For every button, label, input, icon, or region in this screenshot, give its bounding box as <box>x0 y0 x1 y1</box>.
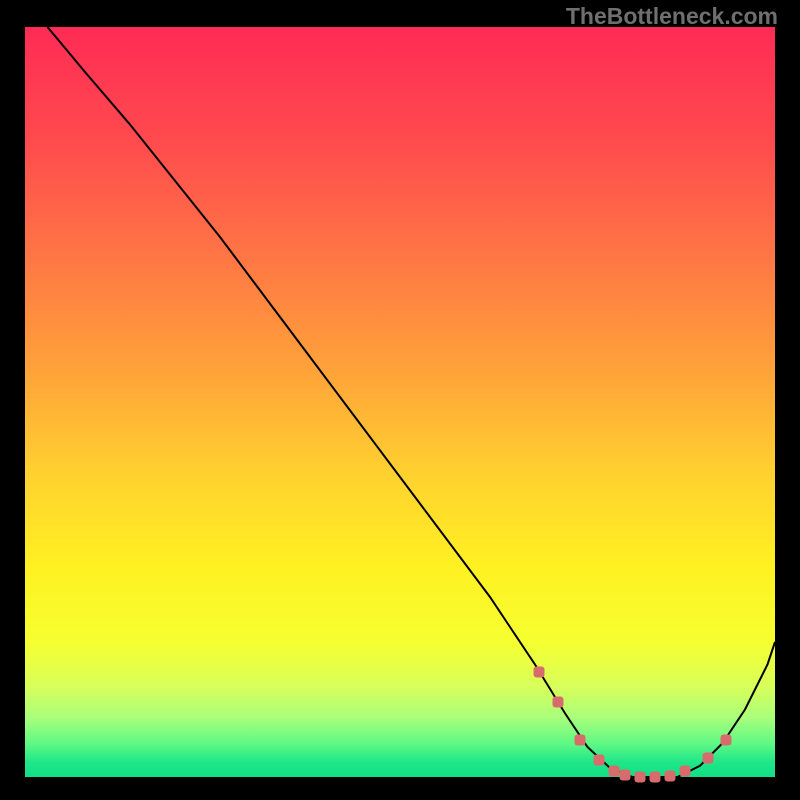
marker-point <box>552 697 563 708</box>
marker-point <box>650 772 661 783</box>
marker-point <box>593 754 604 765</box>
marker-point <box>533 667 544 678</box>
marker-point <box>635 772 646 783</box>
marker-point <box>680 766 691 777</box>
watermark-text: TheBottleneck.com <box>566 3 778 30</box>
marker-point <box>620 769 631 780</box>
marker-point <box>721 734 732 745</box>
marker-point <box>702 753 713 764</box>
marker-point <box>608 766 619 777</box>
sweet-spot-markers <box>25 27 775 777</box>
plot-area <box>25 27 775 777</box>
chart-container: TheBottleneck.com <box>0 0 800 800</box>
marker-point <box>665 770 676 781</box>
marker-point <box>575 734 586 745</box>
